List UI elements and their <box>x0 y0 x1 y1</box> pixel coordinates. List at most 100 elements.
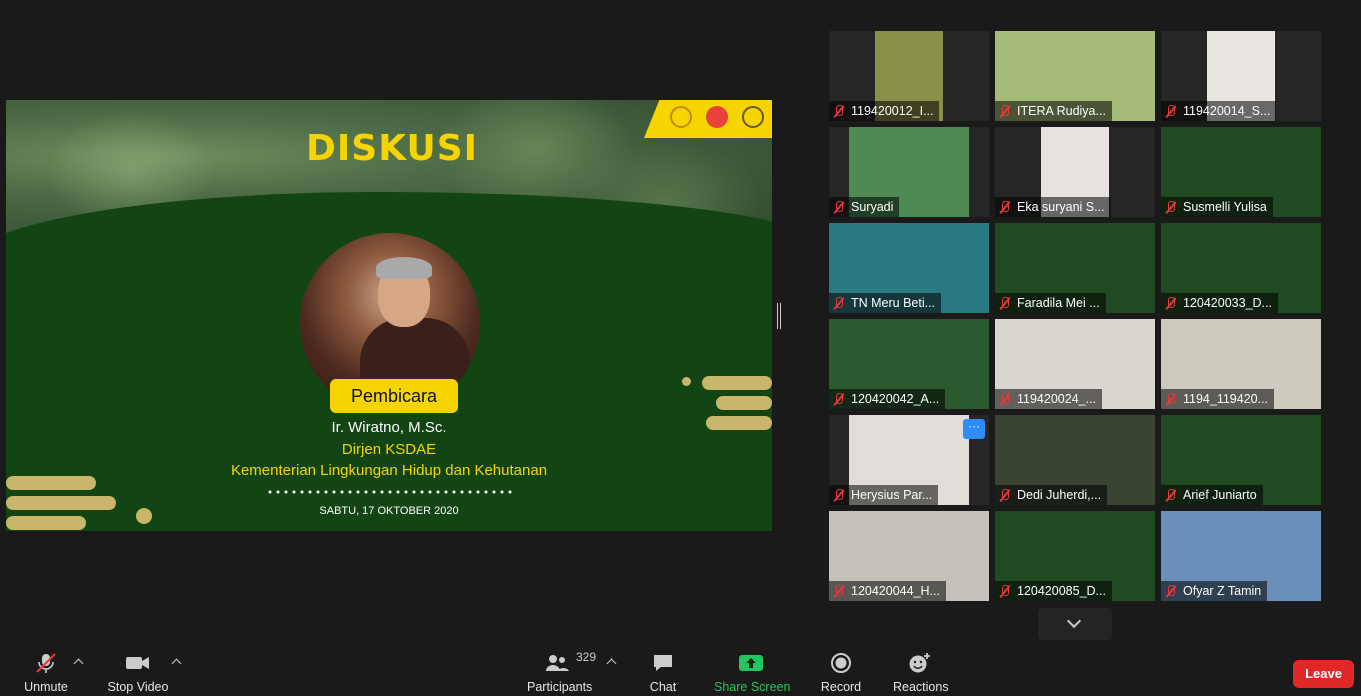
participant-tile[interactable]: 120420085_D... <box>995 511 1155 601</box>
participants-button[interactable]: 329 Participants <box>527 650 596 694</box>
participant-name-label: TN Meru Beti... <box>829 293 942 313</box>
participant-name-label: 119420024_... <box>995 389 1103 409</box>
participant-name-label: Arief Juniarto <box>1161 485 1263 505</box>
muted-mic-icon <box>999 585 1011 597</box>
participant-name: 120420033_D... <box>1183 296 1272 310</box>
muted-mic-icon <box>833 393 845 405</box>
participant-name: 119420024_... <box>1017 392 1097 406</box>
participant-name-label: Ofyar Z Tamin <box>1161 581 1268 601</box>
video-options-chevron[interactable] <box>171 658 182 669</box>
muted-mic-icon <box>999 489 1011 501</box>
muted-mic-icon <box>1165 489 1177 501</box>
participant-name-label: Herysius Par... <box>829 485 939 505</box>
gallery-next-page-button[interactable] <box>1038 608 1112 640</box>
participant-tile[interactable]: 119420024_... <box>995 319 1155 409</box>
participants-label: Participants <box>527 680 593 694</box>
muted-mic-icon <box>1165 201 1177 213</box>
participant-tile[interactable]: Eka suryani S... <box>995 127 1155 217</box>
participant-name: Herysius Par... <box>851 488 933 502</box>
participant-tile[interactable]: 1194_119420... <box>1161 319 1321 409</box>
participant-tile[interactable]: Dedi Juherdi,... <box>995 415 1155 505</box>
participant-count: 329 <box>576 650 597 664</box>
participant-name: 1194_119420... <box>1183 392 1269 406</box>
participant-tile[interactable]: ··· Herysius Par... <box>829 415 989 505</box>
chat-bubble-icon <box>648 652 678 674</box>
chevron-down-icon <box>1066 613 1082 629</box>
participant-name-label: ITERA Rudiya... <box>995 101 1112 121</box>
slide-decoration <box>716 396 772 410</box>
record-button[interactable]: Record <box>820 652 862 694</box>
speaker-role: Dirjen KSDAE <box>341 441 437 458</box>
muted-mic-icon <box>999 393 1011 405</box>
shared-screen-slide: DISKUSI Pembicara Ir. Wiratno, M.Sc. Dir… <box>6 100 772 531</box>
slide-decoration <box>682 377 691 386</box>
participant-tile[interactable]: Arief Juniarto <box>1161 415 1321 505</box>
speaker-hair <box>376 257 432 279</box>
participant-name: Susmelli Yulisa <box>1183 200 1267 214</box>
slide-decoration <box>6 516 86 530</box>
slide-decoration <box>136 508 152 524</box>
speaker-name: Ir. Wiratno, M.Sc. <box>331 419 447 436</box>
participant-name-label: Suryadi <box>829 197 900 217</box>
slide-decoration <box>702 376 772 390</box>
participant-name: 120420085_D... <box>1017 584 1106 598</box>
lpm-logo <box>706 106 728 128</box>
meeting-toolbar: Unmute Stop Video 329 Participants Chat <box>0 644 1361 696</box>
muted-mic-icon <box>1165 393 1177 405</box>
slide-decoration <box>6 476 96 490</box>
participant-tile[interactable]: Ofyar Z Tamin <box>1161 511 1321 601</box>
participant-tile[interactable]: 120420033_D... <box>1161 223 1321 313</box>
participants-options-chevron[interactable] <box>606 658 617 669</box>
leave-meeting-button[interactable]: Leave <box>1293 660 1354 688</box>
participant-name: Suryadi <box>851 200 894 214</box>
share-screen-button[interactable]: Share Screen <box>714 652 791 694</box>
participant-name: TN Meru Beti... <box>851 296 936 310</box>
muted-mic-icon <box>999 201 1011 213</box>
participant-tile[interactable]: Susmelli Yulisa <box>1161 127 1321 217</box>
participant-name-label: 119420014_S... <box>1161 101 1277 121</box>
slide-decoration <box>6 496 116 510</box>
audio-options-chevron[interactable] <box>73 658 84 669</box>
zoom-meeting-window: DISKUSI Pembicara Ir. Wiratno, M.Sc. Dir… <box>0 0 1361 696</box>
participant-name: 119420014_S... <box>1183 104 1271 118</box>
participant-name-label: 120420033_D... <box>1161 293 1278 313</box>
participant-tile[interactable]: 119420012_I... <box>829 31 989 121</box>
slide-date: SABTU, 17 OKTOBER 2020 <box>319 505 459 517</box>
participant-name: 119420012_I... <box>851 104 934 118</box>
participant-name: 120420042_A... <box>851 392 940 406</box>
participant-tile[interactable]: TN Meru Beti... <box>829 223 989 313</box>
participant-name-label: 120420042_A... <box>829 389 946 409</box>
record-label: Record <box>820 680 862 694</box>
more-options-button[interactable]: ··· <box>963 419 985 439</box>
muted-microphone-icon <box>22 652 70 674</box>
share-screen-label: Share Screen <box>714 680 791 694</box>
dotted-divider <box>266 489 516 495</box>
reactions-label: Reactions <box>893 680 949 694</box>
unmute-button[interactable]: Unmute <box>22 652 70 694</box>
participant-name-label: Eka suryani S... <box>995 197 1111 217</box>
muted-mic-icon <box>1165 585 1177 597</box>
participant-tile[interactable]: Faradila Mei ... <box>995 223 1155 313</box>
stop-video-label: Stop Video <box>107 680 169 694</box>
participant-tile[interactable]: 120420042_A... <box>829 319 989 409</box>
stop-video-button[interactable]: Stop Video <box>106 652 170 694</box>
participant-tile[interactable]: 119420014_S... <box>1161 31 1321 121</box>
muted-mic-icon <box>1165 105 1177 117</box>
muted-mic-icon <box>999 105 1011 117</box>
participant-name-label: Faradila Mei ... <box>995 293 1106 313</box>
muted-mic-icon <box>833 297 845 309</box>
chat-button[interactable]: Chat <box>648 652 678 694</box>
participant-tile[interactable]: ITERA Rudiya... <box>995 31 1155 121</box>
muted-mic-icon <box>833 585 845 597</box>
speaker-badge: Pembicara <box>330 379 458 413</box>
participant-name-label: 120420044_H... <box>829 581 946 601</box>
slide-decoration <box>706 416 772 430</box>
muted-mic-icon <box>833 201 845 213</box>
participant-tile[interactable]: Suryadi <box>829 127 989 217</box>
speaker-organization: Kementerian Lingkungan Hidup dan Kehutan… <box>230 462 548 479</box>
participant-tile[interactable]: 120420044_H... <box>829 511 989 601</box>
participant-name: 120420044_H... <box>851 584 940 598</box>
layout-splitter-handle[interactable] <box>777 303 781 329</box>
reactions-button[interactable]: Reactions <box>893 652 949 694</box>
muted-mic-icon <box>833 105 845 117</box>
